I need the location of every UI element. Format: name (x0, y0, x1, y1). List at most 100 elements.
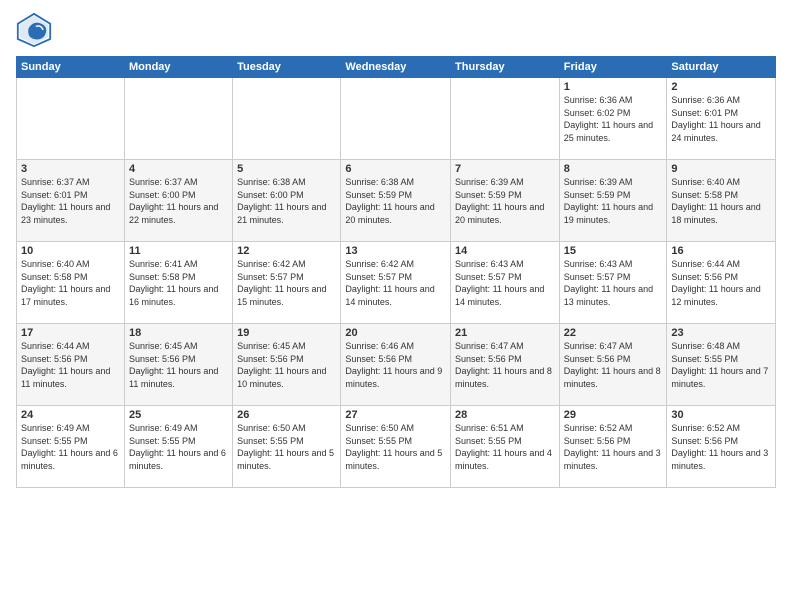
day-info: Sunrise: 6:46 AM Sunset: 5:56 PM Dayligh… (345, 340, 446, 390)
calendar-cell (451, 78, 560, 160)
day-info: Sunrise: 6:45 AM Sunset: 5:56 PM Dayligh… (237, 340, 336, 390)
day-info: Sunrise: 6:42 AM Sunset: 5:57 PM Dayligh… (345, 258, 446, 308)
day-info: Sunrise: 6:39 AM Sunset: 5:59 PM Dayligh… (564, 176, 663, 226)
day-number: 6 (345, 163, 446, 175)
calendar-cell: 4Sunrise: 6:37 AM Sunset: 6:00 PM Daylig… (124, 160, 232, 242)
day-info: Sunrise: 6:49 AM Sunset: 5:55 PM Dayligh… (129, 422, 228, 472)
calendar-cell: 9Sunrise: 6:40 AM Sunset: 5:58 PM Daylig… (667, 160, 776, 242)
page: Sunday Monday Tuesday Wednesday Thursday… (0, 0, 792, 612)
day-number: 24 (21, 409, 120, 421)
day-number: 11 (129, 245, 228, 257)
calendar-cell: 12Sunrise: 6:42 AM Sunset: 5:57 PM Dayli… (233, 242, 341, 324)
calendar-cell: 28Sunrise: 6:51 AM Sunset: 5:55 PM Dayli… (451, 406, 560, 488)
day-number: 5 (237, 163, 336, 175)
day-info: Sunrise: 6:51 AM Sunset: 5:55 PM Dayligh… (455, 422, 555, 472)
day-info: Sunrise: 6:36 AM Sunset: 6:01 PM Dayligh… (671, 94, 771, 144)
calendar-cell: 14Sunrise: 6:43 AM Sunset: 5:57 PM Dayli… (451, 242, 560, 324)
day-info: Sunrise: 6:47 AM Sunset: 5:56 PM Dayligh… (455, 340, 555, 390)
calendar-cell: 24Sunrise: 6:49 AM Sunset: 5:55 PM Dayli… (17, 406, 125, 488)
day-info: Sunrise: 6:39 AM Sunset: 5:59 PM Dayligh… (455, 176, 555, 226)
day-number: 15 (564, 245, 663, 257)
day-info: Sunrise: 6:38 AM Sunset: 5:59 PM Dayligh… (345, 176, 446, 226)
day-number: 1 (564, 81, 663, 93)
header (16, 12, 776, 48)
calendar-cell: 7Sunrise: 6:39 AM Sunset: 5:59 PM Daylig… (451, 160, 560, 242)
header-wednesday: Wednesday (341, 57, 451, 78)
day-info: Sunrise: 6:43 AM Sunset: 5:57 PM Dayligh… (564, 258, 663, 308)
day-info: Sunrise: 6:50 AM Sunset: 5:55 PM Dayligh… (345, 422, 446, 472)
calendar-cell (233, 78, 341, 160)
day-number: 13 (345, 245, 446, 257)
calendar-week-4: 17Sunrise: 6:44 AM Sunset: 5:56 PM Dayli… (17, 324, 776, 406)
day-info: Sunrise: 6:45 AM Sunset: 5:56 PM Dayligh… (129, 340, 228, 390)
day-number: 8 (564, 163, 663, 175)
header-sunday: Sunday (17, 57, 125, 78)
header-monday: Monday (124, 57, 232, 78)
day-info: Sunrise: 6:49 AM Sunset: 5:55 PM Dayligh… (21, 422, 120, 472)
calendar-cell: 21Sunrise: 6:47 AM Sunset: 5:56 PM Dayli… (451, 324, 560, 406)
calendar-cell: 18Sunrise: 6:45 AM Sunset: 5:56 PM Dayli… (124, 324, 232, 406)
calendar: Sunday Monday Tuesday Wednesday Thursday… (16, 56, 776, 488)
calendar-cell: 17Sunrise: 6:44 AM Sunset: 5:56 PM Dayli… (17, 324, 125, 406)
day-info: Sunrise: 6:48 AM Sunset: 5:55 PM Dayligh… (671, 340, 771, 390)
day-number: 27 (345, 409, 446, 421)
calendar-cell: 13Sunrise: 6:42 AM Sunset: 5:57 PM Dayli… (341, 242, 451, 324)
calendar-cell: 11Sunrise: 6:41 AM Sunset: 5:58 PM Dayli… (124, 242, 232, 324)
calendar-cell: 5Sunrise: 6:38 AM Sunset: 6:00 PM Daylig… (233, 160, 341, 242)
day-info: Sunrise: 6:42 AM Sunset: 5:57 PM Dayligh… (237, 258, 336, 308)
day-number: 17 (21, 327, 120, 339)
day-info: Sunrise: 6:37 AM Sunset: 6:01 PM Dayligh… (21, 176, 120, 226)
calendar-week-5: 24Sunrise: 6:49 AM Sunset: 5:55 PM Dayli… (17, 406, 776, 488)
calendar-cell: 3Sunrise: 6:37 AM Sunset: 6:01 PM Daylig… (17, 160, 125, 242)
day-info: Sunrise: 6:52 AM Sunset: 5:56 PM Dayligh… (564, 422, 663, 472)
day-info: Sunrise: 6:50 AM Sunset: 5:55 PM Dayligh… (237, 422, 336, 472)
header-tuesday: Tuesday (233, 57, 341, 78)
day-number: 23 (671, 327, 771, 339)
day-number: 10 (21, 245, 120, 257)
day-number: 19 (237, 327, 336, 339)
calendar-cell: 16Sunrise: 6:44 AM Sunset: 5:56 PM Dayli… (667, 242, 776, 324)
calendar-week-3: 10Sunrise: 6:40 AM Sunset: 5:58 PM Dayli… (17, 242, 776, 324)
day-info: Sunrise: 6:40 AM Sunset: 5:58 PM Dayligh… (671, 176, 771, 226)
calendar-week-2: 3Sunrise: 6:37 AM Sunset: 6:01 PM Daylig… (17, 160, 776, 242)
header-friday: Friday (559, 57, 667, 78)
day-info: Sunrise: 6:43 AM Sunset: 5:57 PM Dayligh… (455, 258, 555, 308)
day-number: 25 (129, 409, 228, 421)
day-info: Sunrise: 6:41 AM Sunset: 5:58 PM Dayligh… (129, 258, 228, 308)
day-number: 14 (455, 245, 555, 257)
day-number: 16 (671, 245, 771, 257)
calendar-cell: 29Sunrise: 6:52 AM Sunset: 5:56 PM Dayli… (559, 406, 667, 488)
day-info: Sunrise: 6:44 AM Sunset: 5:56 PM Dayligh… (671, 258, 771, 308)
calendar-cell: 26Sunrise: 6:50 AM Sunset: 5:55 PM Dayli… (233, 406, 341, 488)
day-number: 29 (564, 409, 663, 421)
day-info: Sunrise: 6:52 AM Sunset: 5:56 PM Dayligh… (671, 422, 771, 472)
day-number: 3 (21, 163, 120, 175)
calendar-cell: 19Sunrise: 6:45 AM Sunset: 5:56 PM Dayli… (233, 324, 341, 406)
calendar-cell: 25Sunrise: 6:49 AM Sunset: 5:55 PM Dayli… (124, 406, 232, 488)
day-number: 28 (455, 409, 555, 421)
calendar-cell (17, 78, 125, 160)
calendar-cell (341, 78, 451, 160)
day-info: Sunrise: 6:44 AM Sunset: 5:56 PM Dayligh… (21, 340, 120, 390)
day-number: 2 (671, 81, 771, 93)
calendar-cell: 20Sunrise: 6:46 AM Sunset: 5:56 PM Dayli… (341, 324, 451, 406)
logo-icon (16, 12, 52, 48)
day-info: Sunrise: 6:37 AM Sunset: 6:00 PM Dayligh… (129, 176, 228, 226)
calendar-cell (124, 78, 232, 160)
calendar-cell: 30Sunrise: 6:52 AM Sunset: 5:56 PM Dayli… (667, 406, 776, 488)
day-number: 18 (129, 327, 228, 339)
day-number: 9 (671, 163, 771, 175)
day-info: Sunrise: 6:47 AM Sunset: 5:56 PM Dayligh… (564, 340, 663, 390)
day-number: 7 (455, 163, 555, 175)
calendar-cell: 22Sunrise: 6:47 AM Sunset: 5:56 PM Dayli… (559, 324, 667, 406)
calendar-header-row: Sunday Monday Tuesday Wednesday Thursday… (17, 57, 776, 78)
day-number: 12 (237, 245, 336, 257)
day-number: 4 (129, 163, 228, 175)
day-number: 26 (237, 409, 336, 421)
header-thursday: Thursday (451, 57, 560, 78)
calendar-cell: 23Sunrise: 6:48 AM Sunset: 5:55 PM Dayli… (667, 324, 776, 406)
day-number: 20 (345, 327, 446, 339)
day-info: Sunrise: 6:40 AM Sunset: 5:58 PM Dayligh… (21, 258, 120, 308)
day-info: Sunrise: 6:36 AM Sunset: 6:02 PM Dayligh… (564, 94, 663, 144)
header-saturday: Saturday (667, 57, 776, 78)
